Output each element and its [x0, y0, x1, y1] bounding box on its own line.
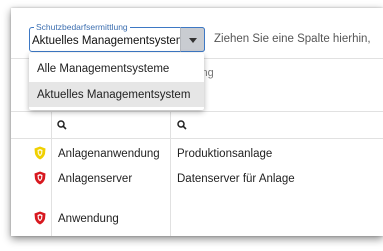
protection-requirement-select[interactable]: Schutzbedarfsermittlung Aktuelles Manage… [29, 22, 205, 53]
group-panel-hint: Ziehen Sie eine Spalte hierhin, [214, 33, 371, 45]
app-window: Schutzbedarfsermittlung Aktuelles Manage… [11, 8, 383, 236]
shield-icon [34, 171, 46, 185]
table-row[interactable]: Anwendung [11, 207, 383, 231]
row-description: Datenserver für Anlage [177, 173, 295, 185]
dropdown-option-all[interactable]: Alle Managementsysteme [29, 56, 204, 81]
row-name: Anlagenanwendung [58, 148, 160, 160]
search-icon[interactable] [177, 120, 187, 130]
select-legend: Schutzbedarfsermittlung [34, 22, 130, 32]
shield-icon [34, 211, 46, 225]
dropdown-option-label: Aktuelles Managementsystem [37, 89, 191, 101]
search-icon[interactable] [57, 120, 67, 130]
table-row[interactable]: Anlagenanwendung Produktionsanlage [11, 142, 383, 166]
select-value[interactable]: Aktuelles Managementsystem [32, 34, 185, 48]
select-dropdown-button[interactable] [180, 27, 205, 52]
dropdown-option-label: Alle Managementsysteme [37, 63, 170, 75]
dropdown-option-current[interactable]: Aktuelles Managementsystem [29, 82, 204, 107]
table-row[interactable]: Anlagenserver Datenserver für Anlage [11, 167, 383, 191]
filter-row [11, 111, 383, 139]
toolbar: Schutzbedarfsermittlung Aktuelles Manage… [11, 8, 383, 58]
row-name: Anlagenserver [58, 173, 133, 185]
caret-down-icon [189, 38, 197, 43]
shield-icon [34, 146, 46, 160]
row-name: Anwendung [58, 213, 119, 225]
select-dropdown-list: Alle Managementsysteme Aktuelles Managem… [29, 53, 204, 110]
row-description: Produktionsanlage [177, 148, 273, 160]
